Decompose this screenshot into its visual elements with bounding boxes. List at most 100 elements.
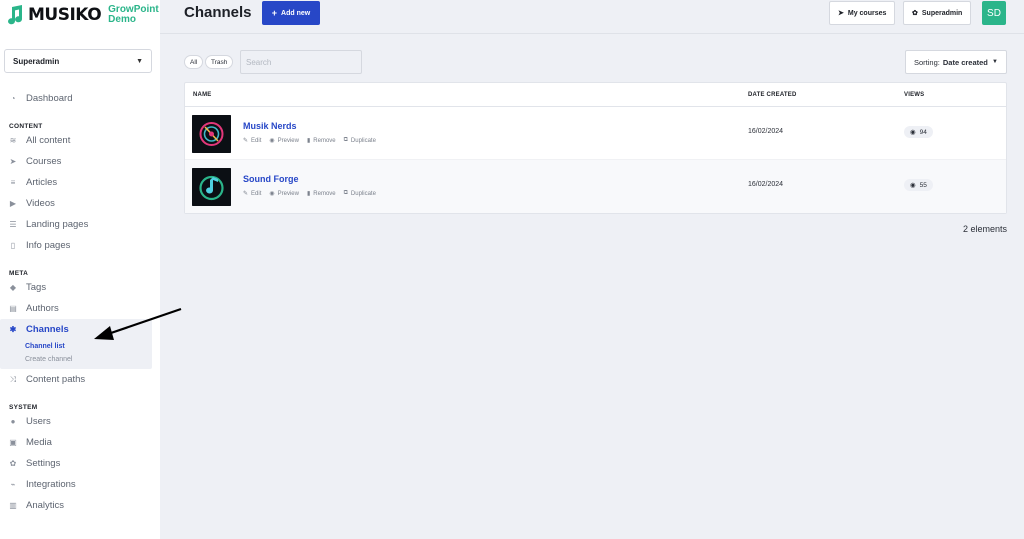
image-icon: ▣ [9,438,17,447]
row-actions: ✎ Edit ◉ Preview ▮ Remove ⧉ Duplicate [243,137,376,144]
duplicate-label: Duplicate [350,190,376,197]
sidebar-item-integrations[interactable]: ⌁ Integrations [0,474,160,495]
channel-thumbnail[interactable] [192,115,231,153]
filter-trash[interactable]: Trash [205,55,234,69]
column-name[interactable]: NAME [193,92,211,98]
preview-action[interactable]: ◉ Preview [269,190,299,198]
sorting-dropdown[interactable]: Sorting: Date created ▼ [905,50,1007,74]
sorting-label: Sorting: [914,57,940,67]
copy-icon: ⧉ [343,190,348,196]
channel-title-link[interactable]: Sound Forge [243,174,299,184]
remove-label: Remove [313,137,336,144]
play-icon: ▶ [9,199,17,208]
preview-label: Preview [277,137,299,144]
sidebar-item-label: Authors [26,303,59,314]
views-badge: ◉ 55 [904,179,933,191]
sidebar-subitem-create-channel[interactable]: Create channel [0,353,152,366]
list-icon: ☰ [9,220,17,229]
user-icon: ● [10,417,16,426]
my-courses-label: My courses [847,9,887,17]
column-date-created[interactable]: DATE CREATED [748,92,797,98]
sidebar-subitem-channel-list[interactable]: Channel list [0,340,152,353]
sidebar-item-content-paths[interactable]: ⤨ Content paths [0,369,160,390]
paper-plane-icon: ➤ [9,157,17,166]
sidebar-item-authors[interactable]: ▤ Authors [0,298,160,319]
sidebar-item-videos[interactable]: ▶ Videos [0,193,160,214]
sidebar-item-label: Tags [26,282,47,293]
preview-action[interactable]: ◉ Preview [269,137,299,145]
brand-logo[interactable]: MUSIKO GrowPoint Demo [0,0,160,30]
rss-icon: ≋ [9,136,17,145]
sidebar-item-label: Videos [26,198,55,209]
element-count: 2 elements [962,224,1007,234]
duplicate-label: Duplicate [350,137,376,144]
add-new-button[interactable]: + Add new [262,1,320,25]
superadmin-button[interactable]: ✿ Superadmin [903,1,972,25]
role-select[interactable]: Superadmin ▼ [4,49,152,73]
gear-icon: ✿ [9,459,17,468]
views-count: 55 [919,181,927,189]
remove-label: Remove [313,190,336,197]
add-new-label: Add new [281,9,311,17]
section-meta: META [9,270,29,277]
search-input[interactable] [240,50,362,74]
copy-icon: ⧉ [343,137,348,143]
sidebar-item-analytics[interactable]: ▥ Analytics [0,495,160,516]
eye-icon: ◉ [910,129,916,136]
sidebar-item-label: Content paths [26,374,86,385]
bar-chart-icon: ▥ [9,501,17,510]
channel-title-link[interactable]: Musik Nerds [243,121,297,131]
music-note-icon [8,5,23,25]
page-title: Channels [184,4,252,21]
sidebar-item-label: Info pages [26,240,71,251]
brand-sub-line2: Demo [108,14,136,25]
paper-plane-icon: ➤ [838,10,844,17]
gear-icon: ✿ [912,10,918,17]
sidebar-item-channels[interactable]: ✱ Channels [0,319,152,340]
asterisk-icon: ✱ [9,325,17,334]
pencil-icon: ✎ [243,191,249,197]
duplicate-action[interactable]: ⧉ Duplicate [344,190,376,197]
sidebar-item-label: Courses [26,156,62,167]
sidebar-item-media[interactable]: ▣ Media [0,432,160,453]
remove-action[interactable]: ▮ Remove [307,190,336,198]
sorting-value: Date created [942,57,988,67]
section-content: CONTENT [9,123,43,130]
sidebar: MUSIKO GrowPoint Demo Superadmin ▼ ◔ Das… [0,0,160,539]
role-select-value: Superadmin [13,56,60,66]
channel-thumbnail[interactable] [192,168,231,206]
my-courses-button[interactable]: ➤ My courses [829,1,896,25]
caret-down-icon: ▼ [136,57,143,65]
sidebar-item-all-content[interactable]: ≋ All content [0,130,160,151]
top-bar: Channels + Add new ➤ My courses ✿ Supera… [160,0,1024,34]
sidebar-item-label: Landing pages [26,219,89,230]
sidebar-item-label: Settings [26,458,61,469]
section-system: SYSTEM [9,404,38,411]
sidebar-item-info-pages[interactable]: ▯ Info pages [0,235,160,256]
eye-icon: ◉ [269,138,275,144]
filter-all[interactable]: All [184,55,204,69]
edit-action[interactable]: ✎ Edit [243,137,261,145]
sidebar-item-dashboard[interactable]: ◔ Dashboard [0,88,160,109]
sidebar-item-label: All content [26,135,71,146]
sidebar-item-settings[interactable]: ✿ Settings [0,453,160,474]
brand-subtitle: GrowPoint Demo [108,5,159,25]
sidebar-item-label: Integrations [26,479,76,490]
sidebar-item-label: Analytics [26,500,65,511]
sidebar-group-channels: ✱ Channels Channel list Create channel [0,319,152,369]
duplicate-action[interactable]: ⧉ Duplicate [344,137,376,144]
sidebar-nav: ◔ Dashboard CONTENT ≋ All content ➤ Cour… [0,88,160,516]
sidebar-item-landing-pages[interactable]: ☰ Landing pages [0,214,160,235]
sidebar-item-courses[interactable]: ➤ Courses [0,151,160,172]
remove-action[interactable]: ▮ Remove [307,137,336,145]
sidebar-item-articles[interactable]: ≡ Articles [0,172,160,193]
edit-action[interactable]: ✎ Edit [243,190,261,198]
sidebar-item-tags[interactable]: ◆ Tags [0,277,160,298]
caret-down-icon: ▼ [992,59,998,65]
views-count: 94 [919,128,927,136]
sidebar-item-label: Media [26,437,52,448]
avatar[interactable]: SD [982,1,1006,25]
column-views[interactable]: VIEWS [904,92,924,98]
sidebar-item-users[interactable]: ● Users [0,411,160,432]
sidebar-item-label: Users [26,416,51,427]
